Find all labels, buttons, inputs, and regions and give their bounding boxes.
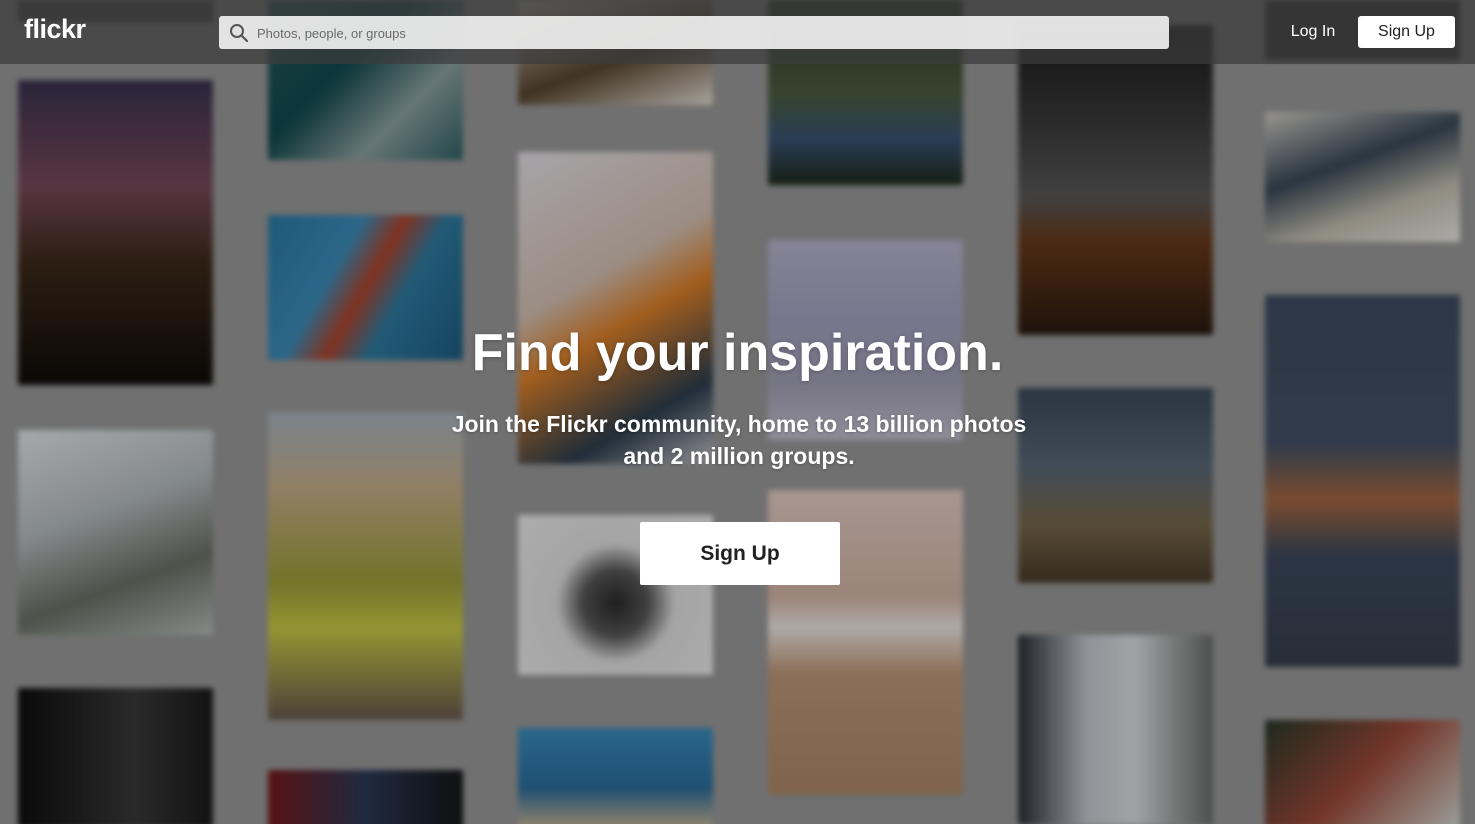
search-icon [229,23,249,43]
hero-title: Find your inspiration. [471,324,1004,382]
hero-subtitle: Join the Flickr community, home to 13 bi… [451,411,1027,469]
flickr-logo[interactable]: flickr [24,14,86,45]
top-navigation-bar: flickr Log In Sign Up [0,0,1475,64]
search-input[interactable] [255,16,1159,51]
log-in-link[interactable]: Log In [1280,16,1346,48]
sign-up-button-hero[interactable]: Sign Up [640,522,840,585]
search-bar[interactable] [219,16,1169,51]
sign-up-button-header[interactable]: Sign Up [1358,16,1455,48]
